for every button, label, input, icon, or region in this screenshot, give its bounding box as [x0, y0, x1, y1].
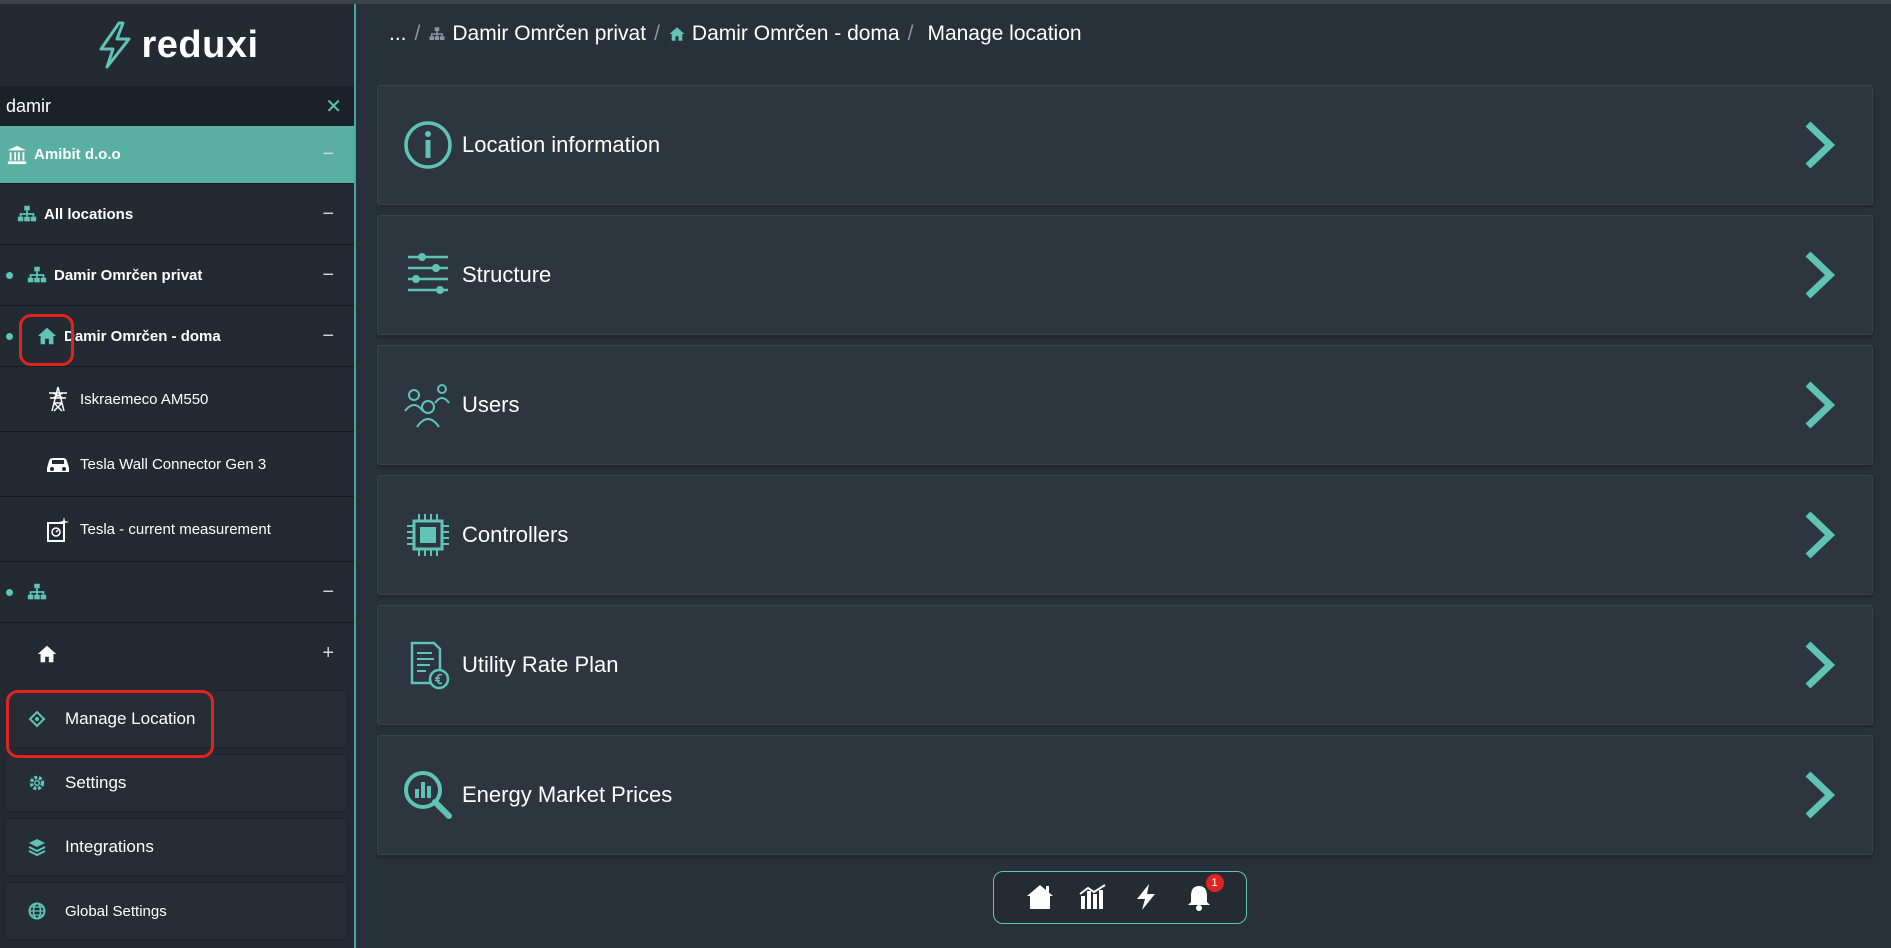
breadcrumb-location[interactable]: Damir Omrčen - doma [692, 22, 900, 46]
chevron-right-icon [1805, 381, 1836, 429]
hierarchy-icon [16, 203, 38, 225]
bottom-nav-energy[interactable] [1131, 882, 1163, 914]
collapse-toggle[interactable]: − [322, 325, 334, 348]
card-utility-rate-plan[interactable]: Utility Rate Plan [377, 605, 1873, 725]
chip-icon [402, 509, 454, 561]
menu-label: Manage Location [65, 709, 196, 728]
search-bar: ✕ [0, 86, 354, 126]
device-item[interactable]: Tesla Wall Connector Gen 3 [0, 432, 354, 497]
card-title: Energy Market Prices [462, 782, 673, 807]
chart-bars-icon [1078, 883, 1106, 909]
tree-label-company: Amibit d.o.o [34, 146, 121, 163]
chevron-right-icon [1805, 121, 1836, 169]
breadcrumb-separator: / [654, 22, 660, 45]
device-label: Tesla - current measurement [80, 520, 271, 538]
logo[interactable]: reduxi [0, 4, 354, 86]
tree-label-location: Damir Omrčen - doma [64, 327, 221, 345]
card-energy-market-prices[interactable]: Energy Market Prices [377, 735, 1873, 855]
globe-icon [27, 901, 47, 921]
tree-label-all-locations: All locations [44, 205, 134, 223]
card-users[interactable]: Users [377, 345, 1873, 465]
gear-icon [27, 773, 47, 793]
menu-label: Integrations [65, 837, 154, 856]
notification-badge: 1 [1205, 873, 1224, 892]
menu-manage-location[interactable]: Manage Location [4, 690, 348, 748]
meter-icon [44, 515, 72, 543]
power-tower-icon [44, 385, 72, 413]
bolt-icon [1136, 883, 1155, 910]
device-label: Iskraemeco AM550 [80, 390, 209, 408]
breadcrumb-group[interactable]: Damir Omrčen privat [452, 22, 646, 46]
status-dot [6, 588, 13, 596]
tree-item-location[interactable]: Damir Omrčen - doma − [0, 306, 354, 367]
info-icon [402, 119, 454, 171]
home-icon [36, 643, 58, 665]
bank-icon [6, 144, 28, 166]
chart-search-icon [402, 769, 454, 821]
card-location-information[interactable]: Location information [377, 85, 1873, 205]
tree-item-group[interactable]: Damir Omrčen privat − [0, 245, 354, 306]
menu-global-settings[interactable]: Global Settings [4, 882, 348, 940]
chevron-right-icon [1805, 251, 1836, 299]
breadcrumb-ellipsis[interactable]: ... [389, 22, 407, 46]
tree-item-location-2[interactable]: + [0, 623, 354, 684]
card-title: Location information [462, 132, 661, 157]
sliders-icon [402, 249, 454, 301]
collapse-toggle[interactable]: − [322, 264, 334, 287]
tree-item-group-2[interactable]: − [0, 562, 354, 623]
bolt-logo-icon [99, 21, 131, 69]
users-icon [402, 379, 454, 431]
device-item[interactable]: Iskraemeco AM550 [0, 367, 354, 432]
chevron-right-icon [1805, 641, 1836, 689]
status-dot [6, 271, 13, 279]
card-title: Utility Rate Plan [462, 652, 619, 677]
breadcrumb-separator: / [907, 22, 914, 45]
home-icon [36, 325, 58, 347]
menu-label: Settings [65, 773, 127, 792]
logo-text: reduxi [141, 23, 259, 66]
hierarchy-icon [429, 27, 445, 40]
clear-search-icon[interactable]: ✕ [325, 94, 342, 119]
tree-item-company[interactable]: Amibit d.o.o − [0, 126, 354, 184]
device-item[interactable]: Tesla - current measurement [0, 497, 354, 562]
tree-label-group: Damir Omrčen privat [54, 266, 203, 284]
chevron-right-icon [1805, 511, 1836, 559]
breadcrumb: ... / Damir Omrčen privat / Damir Omrčen… [389, 22, 1082, 46]
home-icon [1026, 884, 1053, 909]
home-icon [669, 27, 685, 41]
expand-toggle[interactable]: + [322, 642, 334, 665]
sidebar: reduxi ✕ Amibit d.o.o − All locations − … [0, 4, 356, 948]
layers-icon [27, 837, 47, 857]
menu-integrations[interactable]: Integrations [4, 818, 348, 876]
collapse-toggle[interactable]: − [322, 203, 334, 226]
tree-item-all-locations[interactable]: All locations − [0, 184, 354, 245]
collapse-toggle[interactable]: − [322, 143, 334, 166]
menu-settings[interactable]: Settings [4, 754, 348, 812]
card-title: Structure [462, 262, 552, 287]
bottom-nav-statistics[interactable] [1078, 882, 1110, 914]
collapse-toggle[interactable]: − [322, 581, 334, 604]
bottom-nav-notifications[interactable]: 1 [1184, 873, 1224, 914]
bottom-nav-home[interactable] [1025, 882, 1057, 914]
hierarchy-icon [26, 264, 48, 286]
menu-label: Global Settings [65, 902, 167, 920]
breadcrumb-current: Manage location [927, 22, 1082, 45]
card-title: Users [462, 392, 520, 417]
chevron-right-icon [1805, 771, 1836, 819]
location-target-icon [27, 709, 47, 729]
hierarchy-icon [26, 581, 48, 603]
breadcrumb-separator: / [414, 22, 421, 45]
bottom-nav-bar: 1 [993, 871, 1247, 924]
car-icon [44, 450, 72, 478]
card-controllers[interactable]: Controllers [377, 475, 1873, 595]
invoice-euro-icon [402, 639, 454, 691]
card-title: Controllers [462, 522, 569, 547]
card-structure[interactable]: Structure [377, 215, 1873, 335]
device-label: Tesla Wall Connector Gen 3 [80, 455, 267, 473]
status-dot [6, 332, 13, 340]
search-input[interactable] [6, 95, 306, 117]
